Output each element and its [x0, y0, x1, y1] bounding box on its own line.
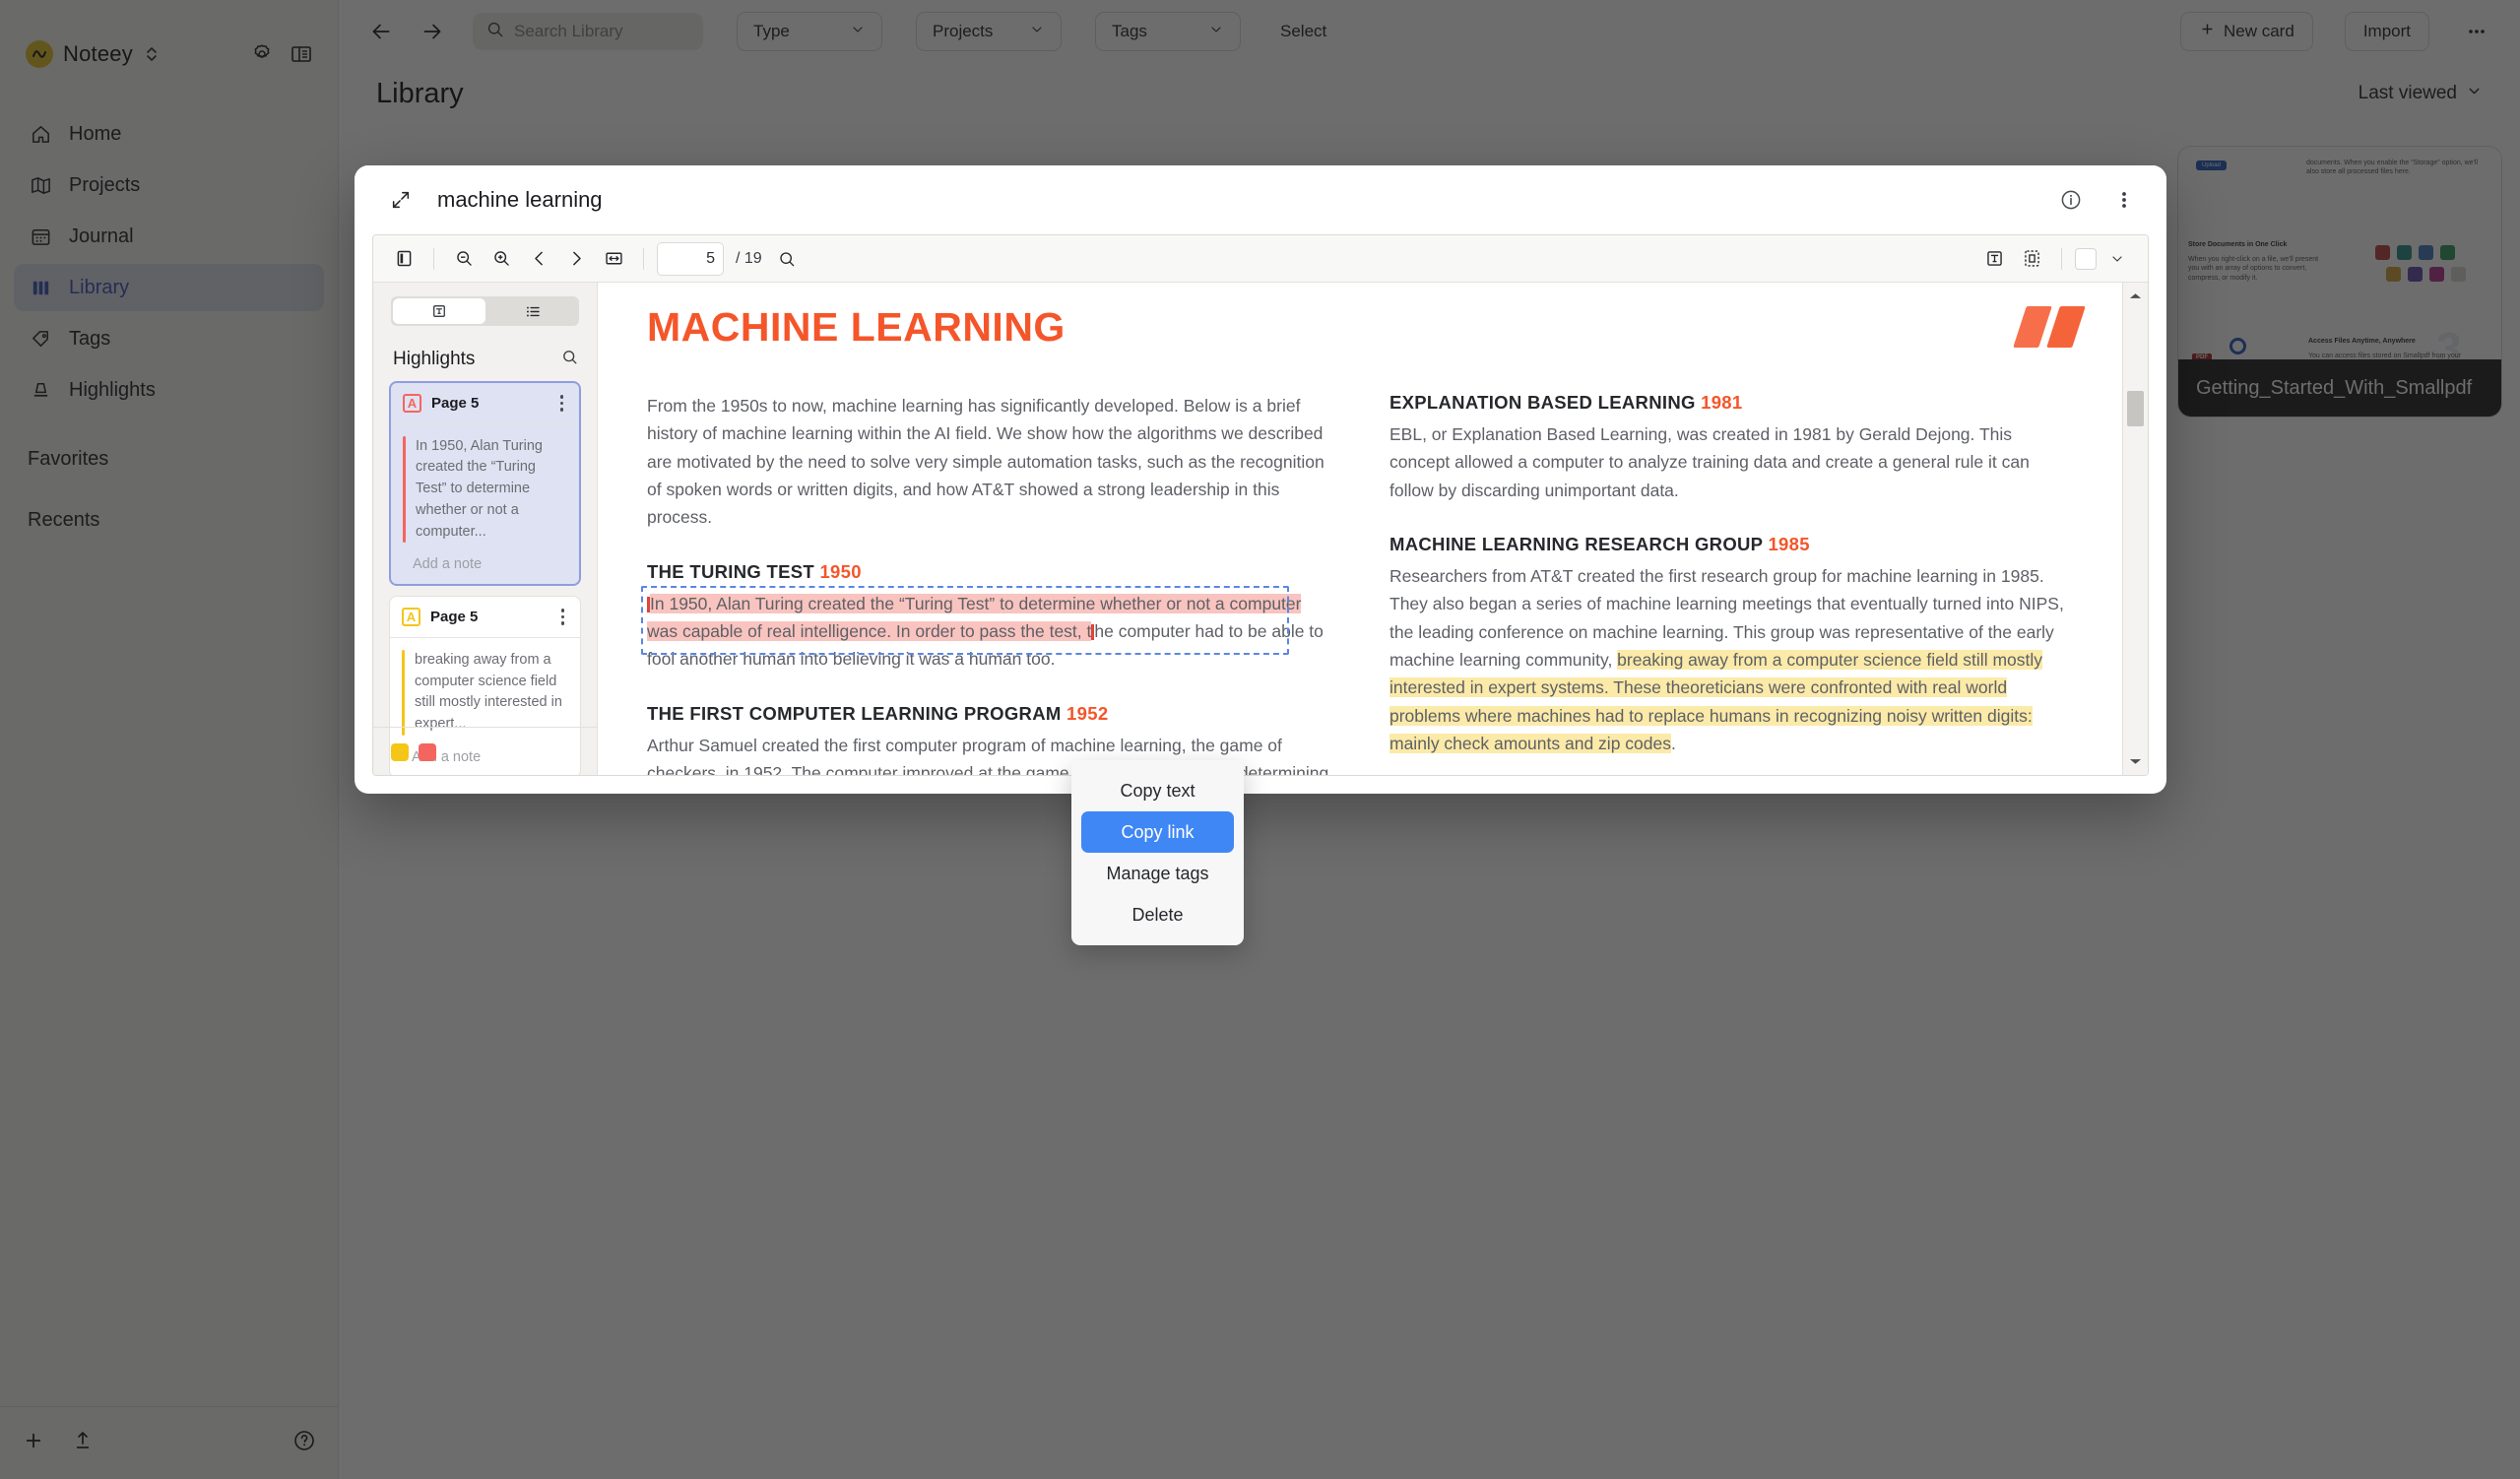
highlight-card-header: A Page 5 [390, 597, 580, 638]
body-post: . [1670, 734, 1676, 754]
pdf-scrollbar[interactable] [2122, 283, 2148, 775]
highlights-panel: Highlights A Page 5 In 1950, Alan Turing… [373, 283, 598, 775]
divider [433, 247, 434, 270]
heading-text: EXPLANATION BASED LEARNING [1389, 392, 1696, 413]
kebab-icon[interactable] [2107, 183, 2141, 217]
highlights-header: Highlights [373, 326, 597, 381]
highlight-card[interactable]: A Page 5 In 1950, Alan Turing created th… [389, 381, 581, 587]
tab-list-view[interactable] [487, 296, 580, 326]
highlights-heading: Highlights [393, 349, 476, 369]
search-icon[interactable] [770, 242, 804, 276]
kebab-icon[interactable] [555, 607, 571, 627]
divider [373, 727, 597, 728]
add-note-input[interactable]: Add a note [391, 552, 579, 584]
heading-text: THE TURING TEST [647, 560, 814, 582]
quote-text: breaking away from a computer science fi… [415, 651, 562, 732]
context-menu-item-copy-link[interactable]: Copy link [1081, 811, 1234, 853]
quote-text: In 1950, Alan Turing created the “Turing… [416, 437, 543, 540]
document-right-column: EXPLANATION BASED LEARNING 1981 EBL, or … [1389, 392, 2073, 775]
info-icon[interactable] [2054, 183, 2088, 217]
kebab-icon[interactable] [554, 393, 570, 414]
highlight-page-label: Page 5 [431, 394, 480, 412]
expand-icon[interactable] [384, 183, 418, 217]
annotation-badge: A [403, 393, 421, 413]
divider [2061, 247, 2062, 270]
quote-bar [402, 649, 405, 736]
pdf-toolbar: 5 / 19 [373, 235, 2148, 283]
section-body-research-group: Researchers from AT&T created the first … [1389, 562, 2073, 757]
chevron-down-icon[interactable] [2100, 242, 2134, 276]
heading-text: MACHINE LEARNING RESEARCH GROUP [1389, 534, 1763, 555]
tab-text-view[interactable] [393, 298, 485, 324]
heading-year: 1952 [1066, 702, 1109, 724]
annotation-badge: A [402, 608, 420, 626]
pdf-reader-modal: machine learning 5 / 19 Highlights A Pag… [355, 165, 2166, 794]
decoration-shapes [2013, 306, 2086, 348]
document-columns: From the 1950s to now, machine learning … [641, 392, 2073, 775]
section-heading-ebl: EXPLANATION BASED LEARNING 1981 [1389, 392, 2073, 414]
pdf-page-wrapper: MACHINE LEARNING From the 1950s to now, … [598, 283, 2148, 775]
heading-year: 1981 [1701, 392, 1743, 413]
context-menu-item-manage-tags[interactable]: Manage tags [1081, 853, 1234, 894]
chevron-left-icon[interactable] [522, 242, 555, 276]
page-total-label: / 19 [736, 249, 762, 267]
page-number-input[interactable]: 5 [657, 241, 724, 276]
search-icon[interactable] [560, 348, 579, 371]
section-heading-research-group: MACHINE LEARNING RESEARCH GROUP 1985 [1389, 534, 2073, 555]
highlight-page-label: Page 5 [430, 609, 479, 625]
quote-bar [403, 435, 406, 544]
modal-title: machine learning [437, 187, 603, 212]
document-left-column: From the 1950s to now, machine learning … [641, 392, 1330, 775]
zoom-out-icon[interactable] [447, 242, 481, 276]
heading-text: THE FIRST COMPUTER LEARNING PROGRAM [647, 702, 1062, 724]
fit-width-icon[interactable] [597, 242, 630, 276]
viewer-body: Highlights A Page 5 In 1950, Alan Turing… [373, 283, 2148, 775]
chevron-right-icon[interactable] [559, 242, 593, 276]
document-title: MACHINE LEARNING [647, 304, 1066, 350]
scroll-up-arrow-icon[interactable] [2123, 287, 2148, 306]
swatch-yellow[interactable] [391, 743, 409, 761]
area-select-icon[interactable] [2015, 242, 2048, 276]
section-body-ebl: EBL, or Explanation Based Learning, was … [1389, 424, 2030, 500]
highlight-card-header: A Page 5 [391, 383, 579, 424]
context-menu-item-copy-text[interactable]: Copy text [1081, 770, 1234, 811]
swatch-red[interactable] [419, 743, 436, 761]
panel-tabs [391, 296, 579, 326]
heading-year: 1985 [1768, 534, 1810, 555]
color-swatches [391, 743, 436, 761]
highlights-list: A Page 5 In 1950, Alan Turing created th… [373, 381, 597, 775]
color-swatch[interactable] [2075, 247, 2097, 270]
panel-toggle-icon[interactable] [387, 242, 420, 276]
intro-paragraph: From the 1950s to now, machine learning … [647, 396, 1325, 528]
text-select-icon[interactable] [1977, 242, 2011, 276]
pdf-page[interactable]: MACHINE LEARNING From the 1950s to now, … [598, 283, 2122, 775]
modal-header: machine learning [355, 165, 2166, 234]
highlight-quote: In 1950, Alan Turing created the “Turing… [391, 424, 579, 553]
scroll-down-arrow-icon[interactable] [2123, 751, 2148, 771]
section-heading-turing-test: THE TURING TEST 1950 [647, 561, 1330, 583]
scrollbar-thumb[interactable] [2127, 391, 2144, 426]
context-menu-item-delete[interactable]: Delete [1081, 894, 1234, 935]
heading-year: 1950 [819, 560, 862, 582]
highlight-quote: breaking away from a computer science fi… [390, 638, 580, 745]
divider [643, 247, 644, 270]
pdf-viewer: 5 / 19 Highlights A Page 5 In 1950, Alan… [372, 234, 2149, 776]
section-body-turing-test: In 1950, Alan Turing created the “Turing… [641, 585, 1330, 674]
zoom-in-icon[interactable] [485, 242, 518, 276]
section-heading-first-computer-program: THE FIRST COMPUTER LEARNING PROGRAM 1952 [647, 703, 1330, 725]
context-menu: Copy text Copy link Manage tags Delete [1071, 760, 1244, 945]
